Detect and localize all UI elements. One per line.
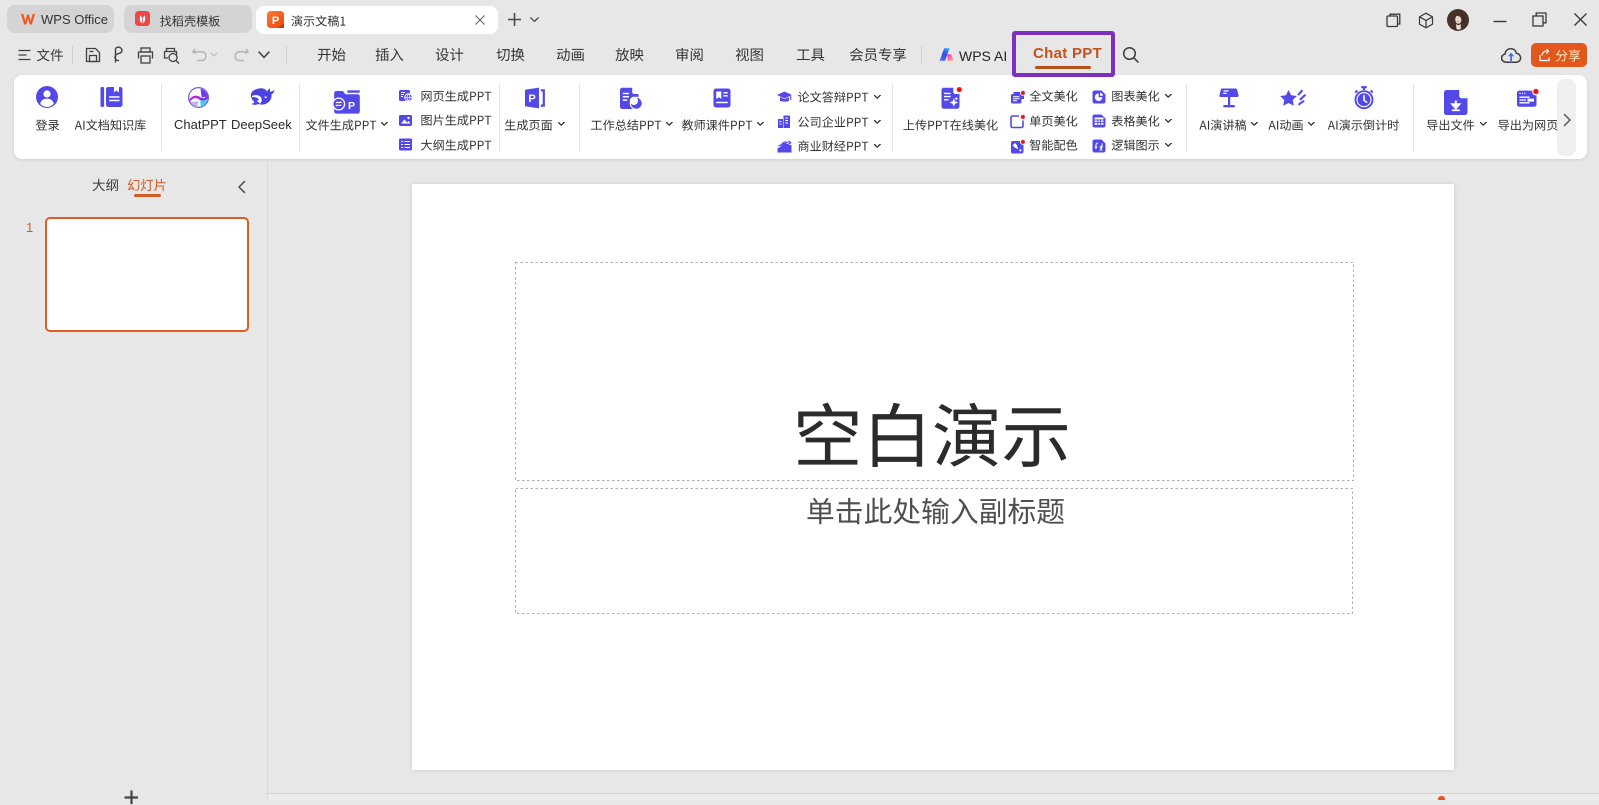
svg-text:1: 1 (1099, 145, 1103, 152)
svg-text:P: P (348, 100, 355, 112)
svg-text:P: P (528, 92, 535, 104)
svg-text:P: P (272, 15, 279, 27)
